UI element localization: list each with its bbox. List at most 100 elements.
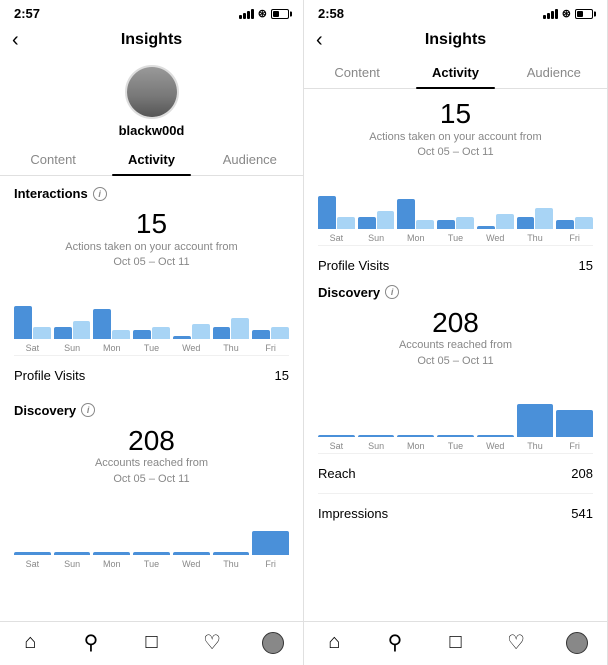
bar-dark-mon [93, 309, 111, 339]
bar-group-wed [173, 279, 210, 339]
tab-audience-right[interactable]: Audience [505, 57, 603, 88]
bar-label-wed: Wed [173, 559, 210, 569]
bar-label-sat: Sat [318, 441, 355, 451]
add-icon: □ [145, 631, 157, 654]
bar-light-tue [152, 327, 170, 339]
bar-group-thu [517, 377, 554, 437]
bar-dark-mon [397, 199, 415, 229]
bar-group-tue [437, 169, 474, 229]
reach-label: Reach [318, 466, 356, 481]
bar-label-thu: Thu [213, 559, 250, 569]
bar-dark-fri [556, 220, 574, 229]
bar-dark-tue [437, 220, 455, 229]
header-left: ‹ Insights [0, 25, 303, 57]
profile-avatar-icon-right [566, 632, 588, 654]
bar-group-sun [54, 495, 91, 555]
bar-label-thu: Thu [517, 233, 554, 243]
profile-visits-value-right: 15 [579, 258, 593, 273]
bar-group-thu [517, 169, 554, 229]
nav-profile-left[interactable] [242, 630, 303, 655]
tab-activity-left[interactable]: Activity [102, 144, 200, 175]
tab-content-right[interactable]: Content [308, 57, 406, 88]
nav-search-right[interactable]: ⚲ [365, 630, 426, 655]
nav-home-left[interactable]: ⌂ [0, 630, 61, 655]
bar-label-thu: Thu [213, 343, 250, 353]
bar-group-sat [14, 279, 51, 339]
discovery-count: 208 [14, 426, 289, 457]
battery-icon [271, 9, 289, 19]
interactions-count: 15 [14, 209, 289, 240]
bar-label-sun: Sun [54, 343, 91, 353]
bar-label-mon: Mon [397, 233, 434, 243]
impressions-row[interactable]: Impressions 541 [318, 493, 593, 533]
bar-dark-tue [133, 552, 170, 555]
tab-audience-left[interactable]: Audience [201, 144, 299, 175]
bar-dark-fri [252, 330, 270, 339]
bar-light-mon [112, 330, 130, 339]
back-button-left[interactable]: ‹ [12, 29, 19, 52]
bar-dark-tue [133, 330, 151, 339]
nav-heart-left[interactable]: ♡ [182, 630, 243, 655]
nav-home-right[interactable]: ⌂ [304, 630, 365, 655]
bar-light-mon [416, 220, 434, 229]
discovery-info-icon-right[interactable]: i [385, 285, 399, 299]
bar-label-tue: Tue [133, 343, 170, 353]
nav-add-left[interactable]: □ [121, 630, 182, 655]
bar-light-sun [377, 211, 395, 229]
bar-dark-mon [397, 435, 434, 437]
bar-light-fri [575, 217, 593, 229]
bar-dark-thu [517, 217, 535, 229]
bar-dark-wed [173, 336, 191, 339]
search-icon-right: ⚲ [388, 630, 403, 655]
bar-light-sun [73, 321, 91, 339]
bar-label-sat: Sat [14, 559, 51, 569]
reach-row[interactable]: Reach 208 [318, 453, 593, 493]
bar-label-mon: Mon [397, 441, 434, 451]
discovery-info-icon[interactable]: i [81, 403, 95, 417]
header-title-right: Insights [425, 31, 486, 49]
bar-group-wed [477, 377, 514, 437]
interactions-chart: SatSunMonTueWedThuFri [14, 279, 289, 353]
interactions-desc-right: Actions taken on your account fromOct 05… [318, 130, 593, 161]
bar-label-tue: Tue [133, 559, 170, 569]
bottom-nav-right: ⌂ ⚲ □ ♡ [304, 621, 607, 665]
bottom-nav-left: ⌂ ⚲ □ ♡ [0, 621, 303, 665]
nav-profile-right[interactable] [546, 630, 607, 655]
avatar[interactable] [125, 65, 179, 119]
battery-icon-right [575, 9, 593, 19]
left-panel: 2:57 ⊛ ‹ Insights blackw00d Content [0, 0, 304, 665]
profile-visits-label: Profile Visits [14, 368, 85, 383]
interactions-stat-block: 15 Actions taken on your account fromOct… [14, 209, 289, 271]
bar-label-wed: Wed [477, 233, 514, 243]
nav-search-left[interactable]: ⚲ [61, 630, 122, 655]
nav-heart-right[interactable]: ♡ [486, 630, 547, 655]
bar-group-sun [54, 279, 91, 339]
reach-value: 208 [571, 466, 593, 481]
bar-dark-mon [93, 552, 130, 555]
bar-group-wed [477, 169, 514, 229]
status-icons-left: ⊛ [239, 7, 289, 20]
discovery-stat-block-right: 208 Accounts reached fromOct 05 – Oct 11 [318, 308, 593, 370]
wifi-icon: ⊛ [258, 7, 267, 20]
back-button-right[interactable]: ‹ [316, 29, 323, 52]
right-panel: 2:58 ⊛ ‹ Insights Content Activity Audie [304, 0, 608, 665]
bar-dark-sat [318, 435, 355, 437]
tabs-left: Content Activity Audience [0, 144, 303, 176]
bar-dark-sat [318, 196, 336, 229]
bar-label-tue: Tue [437, 441, 474, 451]
signal-icon-right [543, 9, 558, 19]
discovery-heading: Discovery i [14, 403, 289, 418]
tab-content-left[interactable]: Content [4, 144, 102, 175]
discovery-chart-right: SatSunMonTueWedThuFri [318, 377, 593, 451]
profile-visits-row[interactable]: Profile Visits 15 [14, 355, 289, 395]
interactions-info-icon[interactable]: i [93, 187, 107, 201]
tab-activity-right[interactable]: Activity [406, 57, 504, 88]
bar-dark-wed [477, 226, 495, 229]
bar-label-sat: Sat [14, 343, 51, 353]
bar-group-mon [93, 279, 130, 339]
bar-dark-wed [173, 552, 210, 555]
nav-add-right[interactable]: □ [425, 630, 486, 655]
profile-visits-row-right[interactable]: Profile Visits 15 [318, 245, 593, 285]
bar-label-fri: Fri [252, 559, 289, 569]
bar-dark-thu [213, 327, 231, 339]
